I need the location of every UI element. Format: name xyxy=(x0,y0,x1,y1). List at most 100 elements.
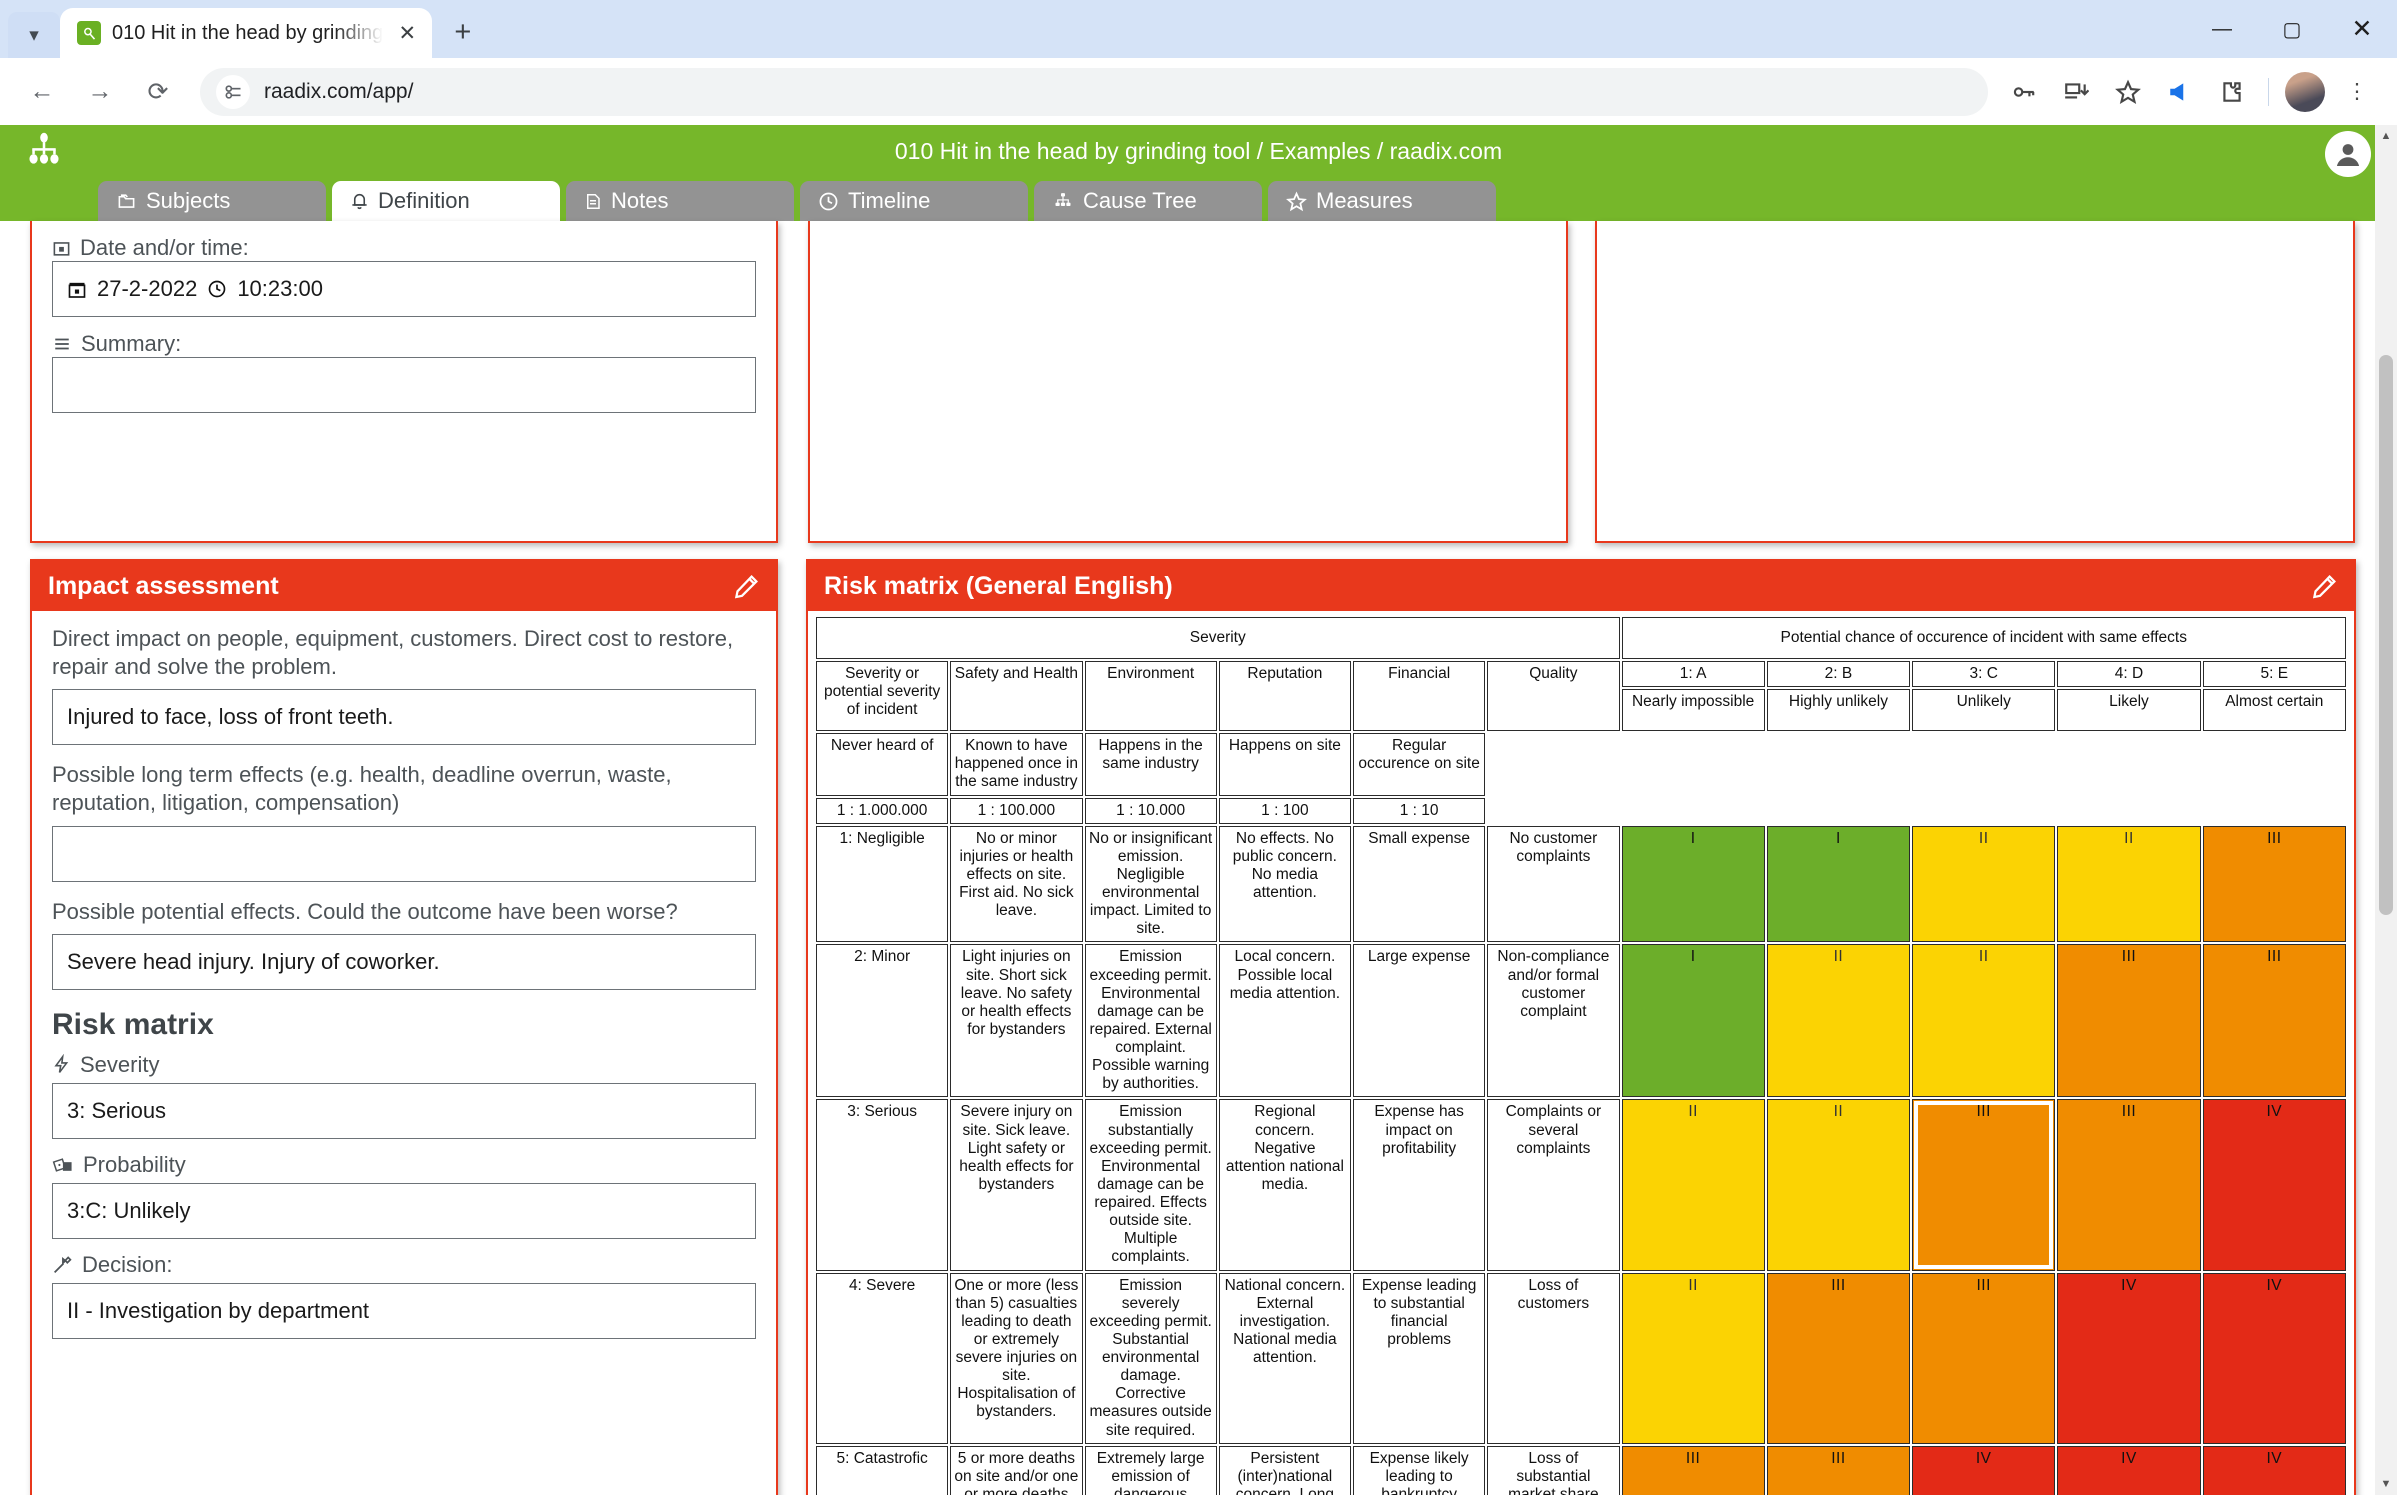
definition-form: Date and/or time: 27-2-2022 10:23:00 Sum… xyxy=(32,221,776,443)
risk-cell-3A[interactable]: II xyxy=(1621,1099,1765,1271)
browser-tabstrip: ▾ 010 Hit in the head by grinding ✕ + — … xyxy=(0,0,2397,58)
sev-level-3: 3: Serious xyxy=(816,1099,949,1271)
user-account-icon[interactable] xyxy=(2325,131,2371,177)
risk-cell-5A[interactable]: III xyxy=(1621,1445,1765,1495)
risk-cell-4C[interactable]: III xyxy=(1912,1272,2056,1444)
tab-subjects[interactable]: Subjects xyxy=(98,181,326,221)
back-icon[interactable]: ← xyxy=(16,66,68,118)
page-scrollbar[interactable]: ▲ ▼ xyxy=(2375,125,2397,1495)
announcement-icon[interactable] xyxy=(2156,68,2204,116)
risk-cell-1C[interactable]: II xyxy=(1912,825,2056,943)
impact-form: Direct impact on people, equipment, cust… xyxy=(32,611,776,1355)
risk-cell-5B[interactable]: III xyxy=(1766,1445,1911,1495)
new-tab-button[interactable]: + xyxy=(454,16,471,49)
prob-code-e: 5: E xyxy=(2202,661,2346,688)
gavel-icon xyxy=(52,1254,73,1275)
tab-definition[interactable]: Definition xyxy=(332,181,560,221)
browser-menu-icon[interactable]: ⋮ xyxy=(2333,68,2381,116)
edit-pencil-icon[interactable] xyxy=(2311,573,2338,600)
risk-cell-4D[interactable]: IV xyxy=(2057,1272,2201,1444)
risk-cell-4B[interactable]: III xyxy=(1766,1272,1911,1444)
sev-qual-1: No customer complaints xyxy=(1487,825,1620,943)
scroll-down-arrow[interactable]: ▼ xyxy=(2375,1473,2397,1495)
risk-matrix-table: Severity Potential chance of occurence o… xyxy=(814,615,2348,1495)
risk-cell-2A[interactable]: I xyxy=(1621,944,1765,1098)
risk-cell-5E[interactable]: IV xyxy=(2202,1445,2346,1495)
minimize-button[interactable]: — xyxy=(2187,0,2257,58)
risk-cell-2D[interactable]: III xyxy=(2057,944,2201,1098)
risk-matrix-table-wrap: Severity Potential chance of occurence o… xyxy=(808,611,2354,1495)
scrollbar-thumb[interactable] xyxy=(2379,355,2393,915)
tab-cause-tree[interactable]: Cause Tree xyxy=(1034,181,1262,221)
url-text: raadix.com/app/ xyxy=(264,79,414,103)
tab-search-icon[interactable]: ▾ xyxy=(8,12,60,58)
decision-select[interactable]: II - Investigation by department xyxy=(52,1282,756,1339)
password-key-icon[interactable] xyxy=(2000,68,2048,116)
probability-select[interactable]: 3:C: Unlikely xyxy=(52,1182,756,1239)
severity-select[interactable]: 3: Serious xyxy=(52,1082,756,1139)
sev-qual-2: Non-compliance and/or formal customer co… xyxy=(1487,944,1620,1098)
install-app-icon[interactable] xyxy=(2052,68,2100,116)
maximize-button[interactable]: ▢ xyxy=(2257,0,2327,58)
bookmark-star-icon[interactable] xyxy=(2104,68,2152,116)
table-row: 1: Negligible No or minor injuries or he… xyxy=(816,825,2346,943)
risk-cell-1B[interactable]: I xyxy=(1766,825,1911,943)
forward-icon[interactable]: → xyxy=(74,66,126,118)
date-label-row: Date and/or time: xyxy=(52,235,756,261)
risk-cell-1D[interactable]: II xyxy=(2057,825,2201,943)
page-content: Date and/or time: 27-2-2022 10:23:00 Sum… xyxy=(0,221,2397,1495)
risk-cell-2E[interactable]: III xyxy=(2202,944,2346,1098)
tab-measures[interactable]: Measures xyxy=(1268,181,1496,221)
potential-input[interactable]: Severe head injury. Injury of coworker. xyxy=(52,933,756,990)
tab-timeline[interactable]: Timeline xyxy=(800,181,1028,221)
browser-tab-title: 010 Hit in the head by grinding xyxy=(112,21,384,44)
prob-desc-c: Happens in the same industry xyxy=(1084,733,1217,796)
longterm-input[interactable] xyxy=(52,825,756,882)
risk-cell-2B[interactable]: II xyxy=(1766,944,1911,1098)
date-field-group: Date and/or time: 27-2-2022 10:23:00 xyxy=(52,235,756,317)
window-controls: — ▢ ✕ xyxy=(2187,0,2397,58)
risk-cell-3D[interactable]: III xyxy=(2057,1099,2201,1271)
severity-label-row: Severity xyxy=(52,1052,756,1078)
browser-tab[interactable]: 010 Hit in the head by grinding ✕ xyxy=(60,8,433,58)
risk-cell-4A[interactable]: II xyxy=(1621,1272,1765,1444)
summary-input[interactable] xyxy=(52,357,756,413)
tertiary-card xyxy=(1595,221,2355,543)
reload-icon[interactable]: ⟳ xyxy=(132,66,184,118)
sev-level-5: 5: Catastrofic xyxy=(816,1445,949,1495)
folder-icon xyxy=(116,192,137,211)
impact-card-header: Impact assessment xyxy=(32,561,776,611)
probability-label-row: Probability xyxy=(52,1152,756,1178)
tab-label: Subjects xyxy=(146,188,231,213)
prob-ratio-d: 1 : 100 xyxy=(1218,797,1351,824)
profile-avatar[interactable] xyxy=(2281,68,2329,116)
tab-label: Cause Tree xyxy=(1083,188,1197,213)
direct-impact-input[interactable]: Injured to face, loss of front teeth. xyxy=(52,689,756,746)
extensions-puzzle-icon[interactable] xyxy=(2208,68,2256,116)
risk-cell-5D[interactable]: IV xyxy=(2057,1445,2201,1495)
clock-small-icon xyxy=(207,279,227,299)
scroll-up-arrow[interactable]: ▲ xyxy=(2375,125,2397,147)
risk-cell-4E[interactable]: IV xyxy=(2202,1272,2346,1444)
tab-close-icon[interactable]: ✕ xyxy=(394,21,420,46)
longterm-help: Possible long term effects (e.g. health,… xyxy=(52,762,672,816)
app-logo-tree-icon[interactable] xyxy=(22,131,66,171)
risk-cell-3E[interactable]: IV xyxy=(2202,1099,2346,1271)
edit-pencil-icon[interactable] xyxy=(733,573,760,600)
risk-cell-5C[interactable]: IV xyxy=(1912,1445,2056,1495)
risk-cell-3C-selected[interactable]: III xyxy=(1912,1099,2056,1271)
address-bar[interactable]: raadix.com/app/ xyxy=(200,67,1988,116)
probability-label: Probability xyxy=(83,1151,186,1177)
date-time-input[interactable]: 27-2-2022 10:23:00 xyxy=(52,261,756,317)
risk-cell-1E[interactable]: III xyxy=(2202,825,2346,943)
risk-cell-3B[interactable]: II xyxy=(1766,1099,1911,1271)
summary-label: Summary: xyxy=(81,331,182,356)
site-info-icon[interactable] xyxy=(216,74,250,109)
avatar xyxy=(2285,71,2325,112)
prob-desc-d: Happens on site xyxy=(1218,733,1351,796)
tab-notes[interactable]: Notes xyxy=(566,181,794,221)
sev-safety-2: Light injuries on site. Short sick leave… xyxy=(950,944,1083,1098)
risk-cell-1A[interactable]: I xyxy=(1621,825,1765,943)
risk-cell-2C[interactable]: II xyxy=(1912,944,2056,1098)
window-close-button[interactable]: ✕ xyxy=(2327,0,2397,58)
